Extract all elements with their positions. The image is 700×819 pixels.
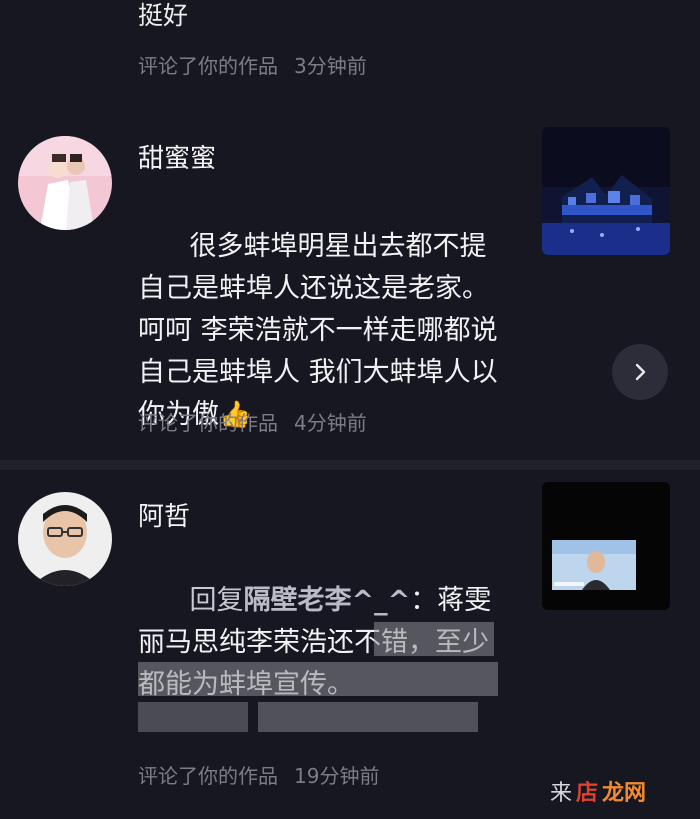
comment-text: 挺好: [138, 1, 189, 30]
comment-action: 评论了你的作品: [138, 411, 278, 435]
comment-item-partial[interactable]: 挺好 评论了你的作品 3分钟前: [0, 0, 700, 118]
censored-content: [138, 622, 498, 732]
username[interactable]: 甜蜜蜜: [138, 138, 216, 175]
comment-action: 评论了你的作品: [138, 764, 278, 788]
video-thumbnail[interactable]: [542, 482, 670, 610]
comment-action: 评论了你的作品: [138, 54, 278, 78]
chevron-right-icon[interactable]: [612, 344, 668, 400]
comment-time: 4分钟前: [294, 411, 367, 435]
comment-meta: 评论了你的作品 4分钟前: [138, 407, 367, 436]
comment-item[interactable]: 阿哲 回复隔壁老李^_^：蒋雯丽马思纯李荣浩还不错，至少都能为蚌埠宣传。 评论了…: [0, 470, 700, 819]
reply-mention[interactable]: 隔壁老李^_^: [244, 585, 411, 616]
video-thumbnail[interactable]: [542, 127, 670, 255]
avatar[interactable]: [18, 136, 112, 230]
comment-meta: 评论了你的作品 19分钟前: [138, 760, 379, 789]
comment-notifications: 挺好 评论了你的作品 3分钟前 甜蜜蜜 很多蚌埠明星出去都不提自己是蚌埠人还说这…: [0, 0, 700, 819]
comment-meta: 评论了你的作品 3分钟前: [138, 50, 367, 79]
avatar[interactable]: [18, 492, 112, 586]
reply-colon: ：: [410, 585, 438, 616]
comment-item[interactable]: 甜蜜蜜 很多蚌埠明星出去都不提自己是蚌埠人还说这是老家。呵呵 李荣浩就不一样走哪…: [0, 110, 700, 460]
comment-time: 3分钟前: [294, 54, 367, 78]
username[interactable]: 阿哲: [138, 496, 190, 533]
watermark: 来 店 龙网: [550, 781, 647, 806]
reply-prefix: 回复: [189, 585, 244, 616]
comment-text: 很多蚌埠明星出去都不提自己是蚌埠人还说这是老家。呵呵 李荣浩就不一样走哪都说自己…: [138, 231, 498, 430]
comment-time: 19分钟前: [294, 764, 380, 788]
divider: [0, 460, 700, 470]
